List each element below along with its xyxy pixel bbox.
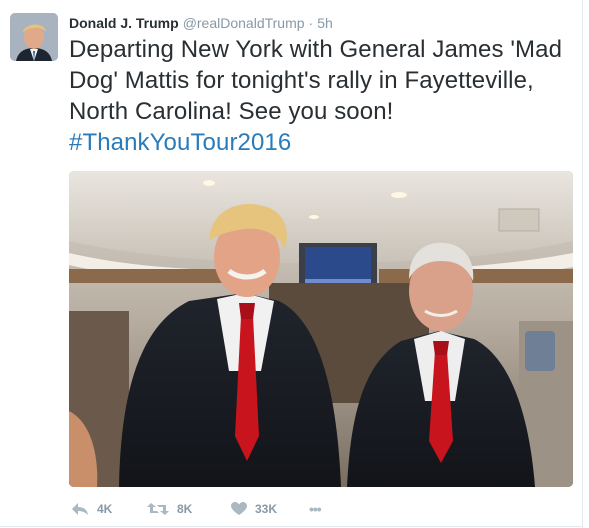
divider xyxy=(0,526,583,527)
avatar[interactable] xyxy=(10,13,58,61)
tweet-text: Departing New York with General James 'M… xyxy=(69,34,579,158)
reply-icon xyxy=(72,503,88,515)
retweet-icon xyxy=(147,503,169,515)
reply-button[interactable]: 4K xyxy=(71,500,112,518)
more-icon: ••• xyxy=(309,501,322,517)
tweet-body: Departing New York with General James 'M… xyxy=(69,36,563,125)
like-button[interactable]: 33K xyxy=(231,500,277,518)
tweet-photo[interactable] xyxy=(69,171,573,487)
separator: · xyxy=(308,15,314,31)
timestamp[interactable]: 5h xyxy=(317,15,333,31)
hashtag-link[interactable]: #ThankYouTour2016 xyxy=(69,129,291,156)
author-handle[interactable]: @realDonaldTrump xyxy=(183,15,305,31)
more-button[interactable]: ••• xyxy=(309,500,322,518)
retweet-count: 8K xyxy=(177,502,193,516)
like-count: 33K xyxy=(255,502,278,516)
retweet-button[interactable]: 8K xyxy=(147,500,192,518)
divider xyxy=(582,0,583,528)
author-name[interactable]: Donald J. Trump xyxy=(69,15,179,31)
tweet-header: Donald J. Trump @realDonaldTrump · 5h xyxy=(69,14,333,32)
tweet: Donald J. Trump @realDonaldTrump · 5h Depar… xyxy=(0,0,589,528)
heart-icon xyxy=(231,502,247,515)
reply-count: 4K xyxy=(97,502,113,516)
